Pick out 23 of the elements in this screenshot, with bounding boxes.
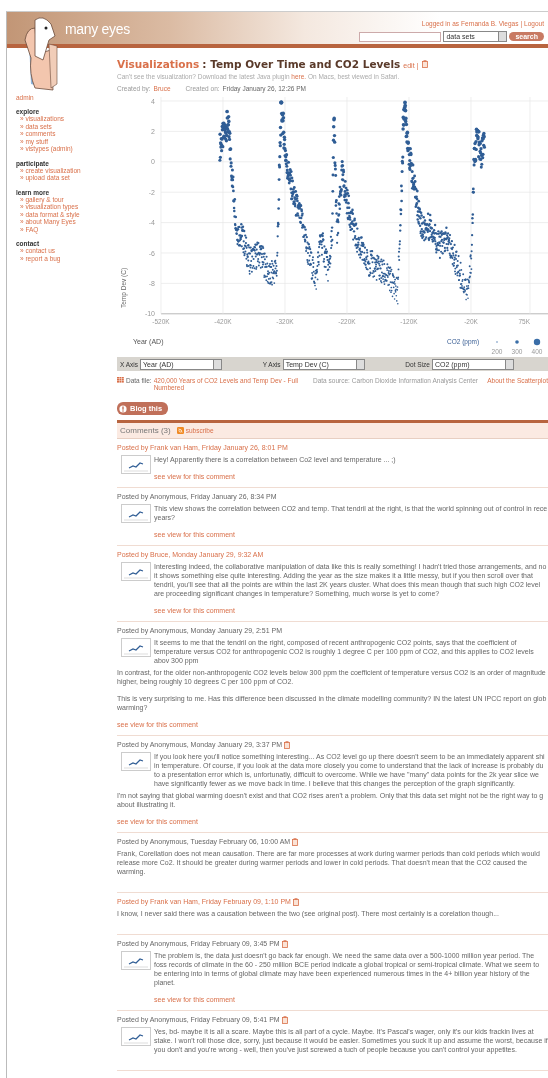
feed-icon [176,427,184,434]
chart-thumbnail[interactable] [121,752,151,771]
trash-icon[interactable] [292,837,299,846]
search-field[interactable] [359,31,442,42]
chart-thumbnail[interactable] [121,562,151,581]
comments-title: Comments (3) [120,426,171,435]
chart-thumbnail[interactable] [121,1027,151,1046]
chart-thumbnail[interactable] [121,504,151,523]
legend-dot [515,340,519,344]
chart-thumbnail[interactable] [121,638,151,657]
chart-thumbnail[interactable] [121,455,151,474]
visualization-title: : Temp Over Time and CO2 Levels [202,58,401,70]
trash-icon[interactable] [281,939,288,948]
exclamation-icon [119,404,127,413]
table-icon [117,377,124,383]
chart-thumbnail[interactable] [121,951,151,970]
trash-icon[interactable] [281,1015,288,1024]
trash-icon[interactable] [292,897,299,906]
section-link[interactable]: Visualizations [117,58,200,70]
trash-icon[interactable] [284,740,290,749]
logo-text: many eyes [65,21,130,39]
trash-icon[interactable] [422,60,429,68]
legend-dot [533,338,541,346]
